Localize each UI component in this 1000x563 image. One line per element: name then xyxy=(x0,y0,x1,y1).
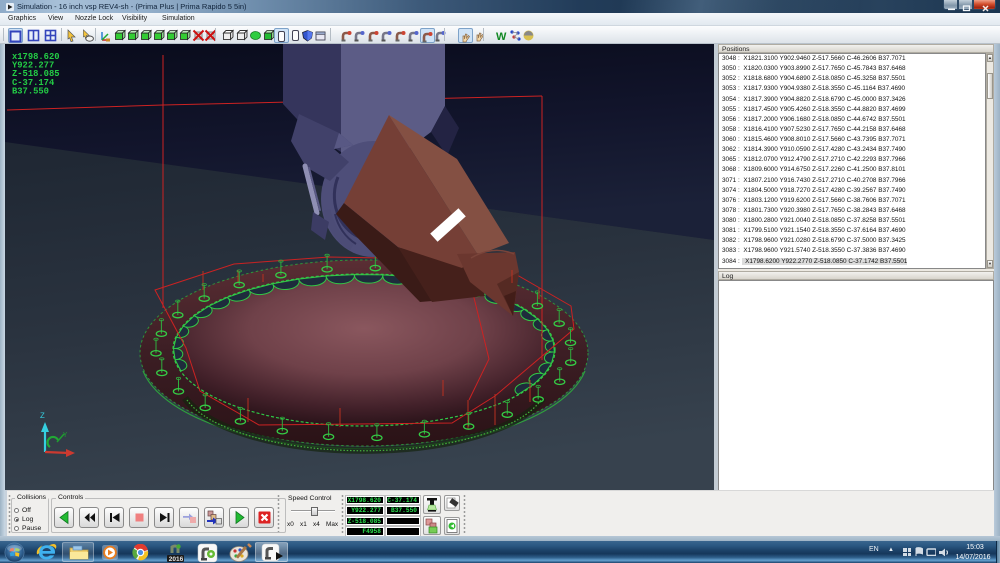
svg-text:B37.550: B37.550 xyxy=(12,86,49,96)
svg-text:Z: Z xyxy=(40,412,45,421)
svg-text:2016: 2016 xyxy=(169,556,184,563)
svg-text:W: W xyxy=(496,31,507,42)
